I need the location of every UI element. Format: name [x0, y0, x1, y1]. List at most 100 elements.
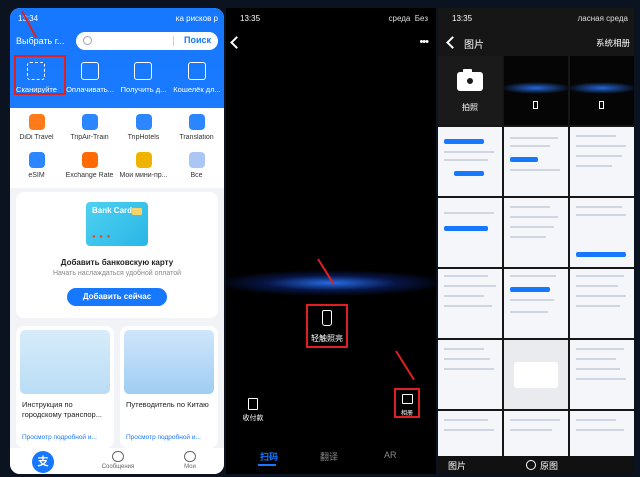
thumb-line: [444, 226, 488, 231]
add-bank-card-panel: Bank Card ● ● ● Добавить банковскую карт…: [16, 192, 218, 318]
mini-programs-icon: [136, 152, 152, 168]
service-trip-air-train[interactable]: TripAir-Train: [63, 112, 116, 150]
tab-label: Сообщения: [101, 464, 135, 470]
status-text: среда: [388, 14, 411, 23]
tab-scan-code[interactable]: 扫码: [260, 450, 278, 463]
add-card-button[interactable]: Добавить сейчас: [67, 288, 167, 306]
thumb-line: [576, 419, 616, 421]
gallery-thumbnail[interactable]: [438, 411, 502, 456]
tab-profile[interactable]: Мои: [160, 448, 220, 474]
service-label: DiDi Travel: [19, 134, 54, 141]
status-text-2: Без: [414, 14, 428, 23]
promo-title: Инструкция по городскому транспор...: [22, 400, 102, 419]
gallery-thumbnail[interactable]: [570, 411, 634, 456]
service-didi[interactable]: DiDi Travel: [10, 112, 63, 150]
thumb-line: [444, 429, 494, 431]
city-selector[interactable]: Выбрать г...: [16, 36, 64, 46]
service-all[interactable]: Все: [170, 150, 223, 188]
gallery-thumbnail[interactable]: [570, 340, 634, 409]
thumb-line: [510, 236, 546, 238]
gallery-thumbnail[interactable]: [504, 340, 568, 409]
receive-money-icon: [134, 62, 152, 80]
camera-lens: [465, 76, 475, 86]
take-photo-tile[interactable]: 拍照: [438, 56, 502, 125]
original-image-radio[interactable]: [526, 460, 536, 470]
album-button[interactable]: 相册: [394, 388, 420, 418]
search-bar[interactable]: Поиск: [76, 32, 218, 50]
flashlight-button[interactable]: 轻触照亮: [306, 304, 348, 348]
thumb-line: [576, 429, 624, 431]
thumb-line: [576, 252, 626, 257]
thumb-line: [576, 155, 622, 157]
sim-icon: [29, 152, 45, 168]
wallet-icon: [187, 62, 206, 80]
promo-transport[interactable]: Инструкция по городскому транспор... Про…: [16, 326, 114, 448]
thumb-line: [444, 285, 496, 287]
service-translation[interactable]: Translation: [170, 112, 223, 150]
system-album-button[interactable]: 系统相册: [596, 37, 630, 49]
quick-pay-label: Оплачивать...: [66, 85, 114, 94]
bank-card-title: Добавить банковскую карту: [60, 258, 174, 267]
more-icon[interactable]: •••: [419, 36, 429, 48]
album-filter-dropdown[interactable]: 图片: [448, 459, 466, 472]
home-tab-logo[interactable]: 支: [32, 451, 54, 473]
promo-china-guide[interactable]: Путеводитель по Китаю Просмотр подробной…: [120, 326, 218, 448]
thumb-line: [510, 137, 558, 139]
thumb-line: [510, 419, 560, 421]
yuan-icon: [82, 152, 98, 168]
thumb-line: [444, 368, 494, 370]
gallery-thumbnail[interactable]: [438, 269, 502, 338]
profile-icon: [184, 451, 196, 462]
promo-link[interactable]: Просмотр подробной и...: [22, 434, 112, 441]
thumb-line: [510, 206, 550, 208]
all-apps-icon: [189, 152, 205, 168]
back-icon[interactable]: [230, 36, 243, 49]
promo-title: Путеводитель по Китаю: [126, 400, 209, 409]
gallery-thumbnail[interactable]: [570, 269, 634, 338]
pay-code-button[interactable]: 收付款: [238, 398, 268, 423]
gallery-thumbnail[interactable]: [570, 198, 634, 267]
gallery-thumbnail[interactable]: [504, 127, 568, 196]
gallery-thumbnail[interactable]: [504, 411, 568, 456]
barcode-icon: [80, 62, 99, 80]
quick-wallet-label: Кошелёк дл...: [173, 85, 221, 94]
thumb-line: [576, 295, 626, 297]
thumb-line: [510, 145, 550, 147]
gallery-thumbnail[interactable]: [504, 269, 568, 338]
service-trip-hotels[interactable]: TripHotels: [117, 112, 170, 150]
service-exchange-rate[interactable]: Exchange Rate: [63, 150, 116, 188]
status-notice: ласная среда: [577, 14, 628, 23]
service-esim[interactable]: eSIM: [10, 150, 63, 188]
thumb-line: [444, 419, 488, 421]
search-button[interactable]: Поиск: [184, 35, 211, 45]
pay-code-label: 收付款: [242, 415, 264, 422]
thumb-line: [576, 145, 626, 147]
search-icon: [83, 36, 92, 45]
gallery-thumbnail[interactable]: [570, 127, 634, 196]
bank-card-text: Bank Card: [92, 206, 133, 215]
quick-pay[interactable]: Оплачивать...: [64, 58, 118, 102]
thumb-line: [510, 216, 558, 218]
tab-messages[interactable]: Сообщения: [88, 448, 148, 474]
scan-highlight-box: [14, 55, 66, 95]
tab-label: Мои: [184, 464, 196, 470]
service-mini-programs[interactable]: Мои мини-пр...: [117, 150, 170, 188]
thumb-line: [444, 212, 494, 214]
gallery-thumbnail[interactable]: [438, 340, 502, 409]
gallery-thumbnail[interactable]: [504, 198, 568, 267]
quick-receive[interactable]: Получить д...: [117, 58, 171, 102]
promo-link[interactable]: Просмотр подробной и...: [126, 434, 216, 441]
gallery-thumbnail[interactable]: [438, 198, 502, 267]
tab-translate[interactable]: 翻译: [320, 450, 338, 463]
back-icon[interactable]: [446, 36, 459, 49]
thumb-line: [444, 151, 494, 153]
gallery-thumbnail[interactable]: [438, 127, 502, 196]
tab-ar[interactable]: AR: [384, 450, 397, 460]
thumb-line: [576, 348, 624, 350]
gallery-thumbnail[interactable]: [504, 56, 568, 125]
thumb-line: [454, 171, 484, 176]
thumb-line: [444, 275, 488, 277]
gallery-thumbnail[interactable]: [570, 56, 634, 125]
annotation-arrow: [395, 350, 415, 381]
quick-wallet[interactable]: Кошелёк дл...: [171, 58, 225, 102]
